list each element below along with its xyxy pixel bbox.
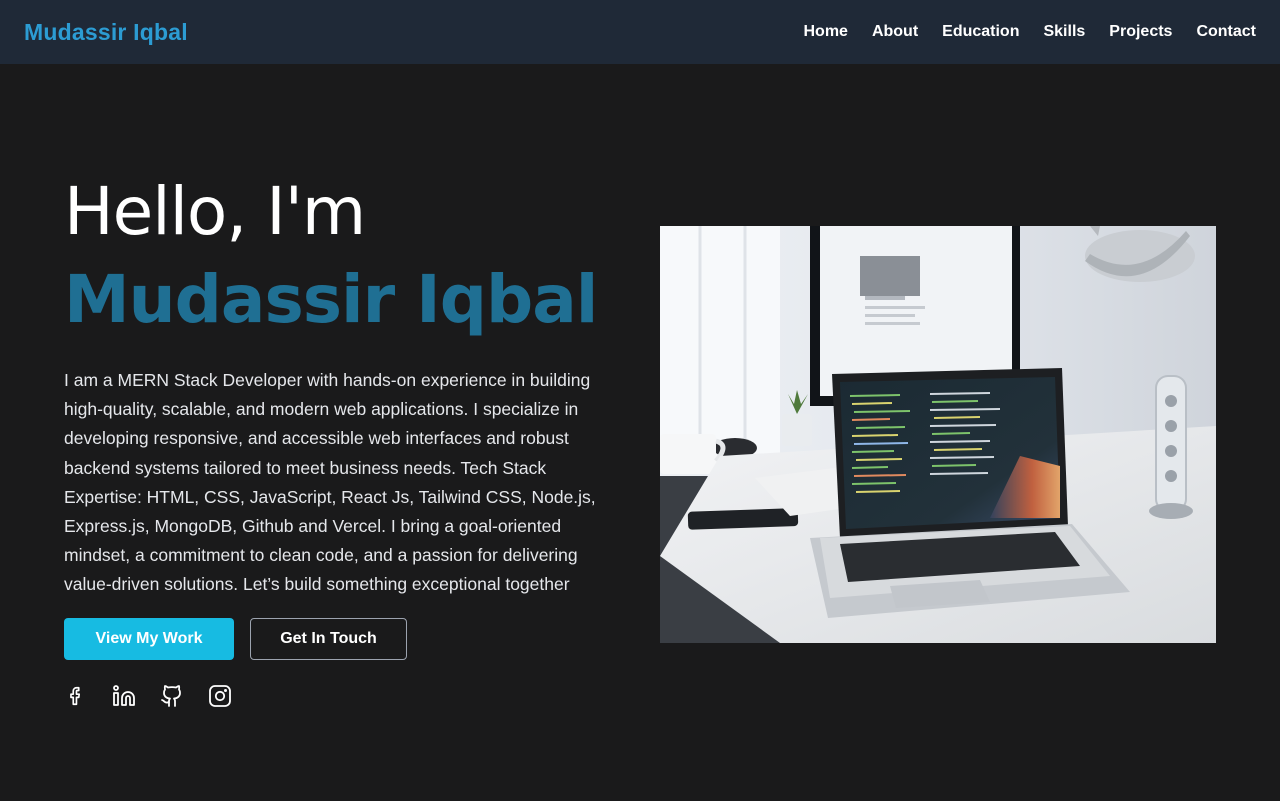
nav-link-contact[interactable]: Contact	[1196, 23, 1256, 41]
nav-link-skills[interactable]: Skills	[1043, 23, 1085, 41]
navbar: Mudassir Iqbal Home About Education Skil…	[0, 0, 1280, 64]
nav-link-about[interactable]: About	[872, 23, 918, 41]
instagram-icon[interactable]	[208, 684, 232, 708]
brand-logo[interactable]: Mudassir Iqbal	[24, 19, 188, 46]
linkedin-icon[interactable]	[112, 684, 136, 708]
nav-link-home[interactable]: Home	[803, 23, 847, 41]
hero-image-laptop-desk	[660, 226, 1216, 643]
hero-section: Hello, I'm Mudassir Iqbal I am a MERN St…	[64, 172, 624, 600]
nav-link-education[interactable]: Education	[942, 23, 1019, 41]
nav-links: Home About Education Skills Projects Con…	[779, 23, 1256, 41]
hero-name: Mudassir Iqbal	[64, 261, 598, 338]
facebook-icon[interactable]	[64, 684, 88, 708]
github-icon[interactable]	[160, 684, 184, 708]
get-in-touch-button[interactable]: Get In Touch	[250, 618, 407, 660]
nav-link-projects[interactable]: Projects	[1109, 23, 1172, 41]
hero-bio: I am a MERN Stack Developer with hands-o…	[64, 370, 596, 595]
social-links	[64, 684, 232, 708]
hero-buttons: View My Work Get In Touch	[64, 618, 407, 660]
view-my-work-button[interactable]: View My Work	[64, 618, 234, 660]
hero-greeting: Hello, I'm	[64, 173, 366, 250]
